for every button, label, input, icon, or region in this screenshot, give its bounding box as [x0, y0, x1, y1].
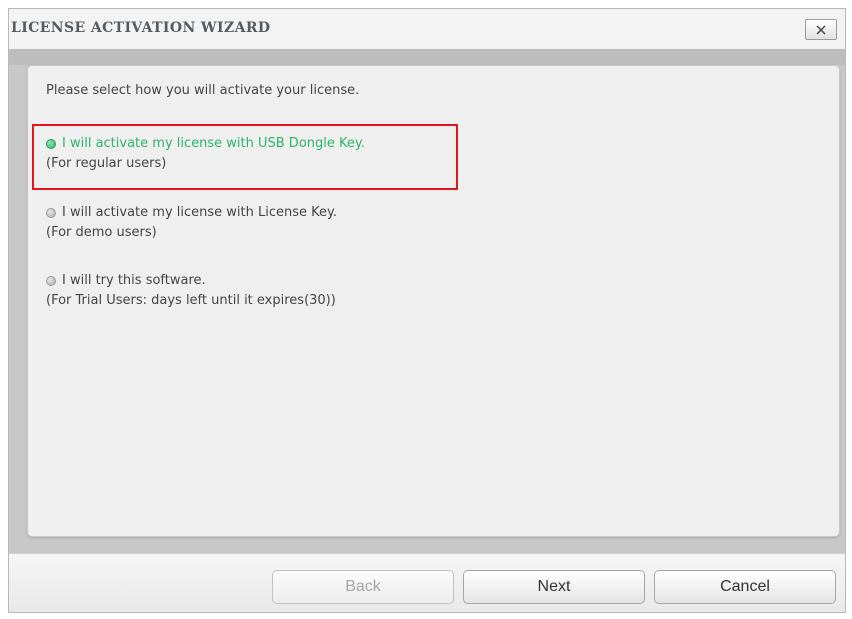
- option-label: I will activate my license with License …: [62, 205, 337, 220]
- option-sublabel: (For Trial Users: days left until it exp…: [46, 293, 336, 308]
- option-trial[interactable]: I will try this software. (For Trial Use…: [46, 271, 466, 311]
- header-strip: [9, 49, 845, 65]
- dialog-title: LICENSE ACTIVATION WIZARD: [11, 20, 271, 36]
- content-panel: Please select how you will activate your…: [27, 65, 840, 537]
- button-bar: Back Next Cancel: [9, 553, 845, 612]
- back-button[interactable]: Back: [272, 570, 454, 604]
- option-label: I will try this software.: [62, 273, 206, 288]
- radio-unchecked-icon[interactable]: [46, 276, 56, 286]
- option-label: I will activate my license with USB Dong…: [62, 136, 365, 151]
- close-button[interactable]: [805, 19, 837, 40]
- title-bar: LICENSE ACTIVATION WIZARD: [9, 9, 845, 50]
- option-sublabel: (For demo users): [46, 225, 157, 240]
- radio-checked-icon[interactable]: [46, 139, 56, 149]
- cancel-button[interactable]: Cancel: [654, 570, 836, 604]
- next-button[interactable]: Next: [463, 570, 645, 604]
- option-usb-dongle[interactable]: I will activate my license with USB Dong…: [46, 134, 466, 174]
- close-icon: [816, 25, 826, 34]
- instruction-text: Please select how you will activate your…: [46, 83, 360, 98]
- option-sublabel: (For regular users): [46, 156, 167, 171]
- option-license-key[interactable]: I will activate my license with License …: [46, 203, 466, 243]
- license-activation-dialog: LICENSE ACTIVATION WIZARD Please select …: [8, 8, 846, 613]
- radio-unchecked-icon[interactable]: [46, 208, 56, 218]
